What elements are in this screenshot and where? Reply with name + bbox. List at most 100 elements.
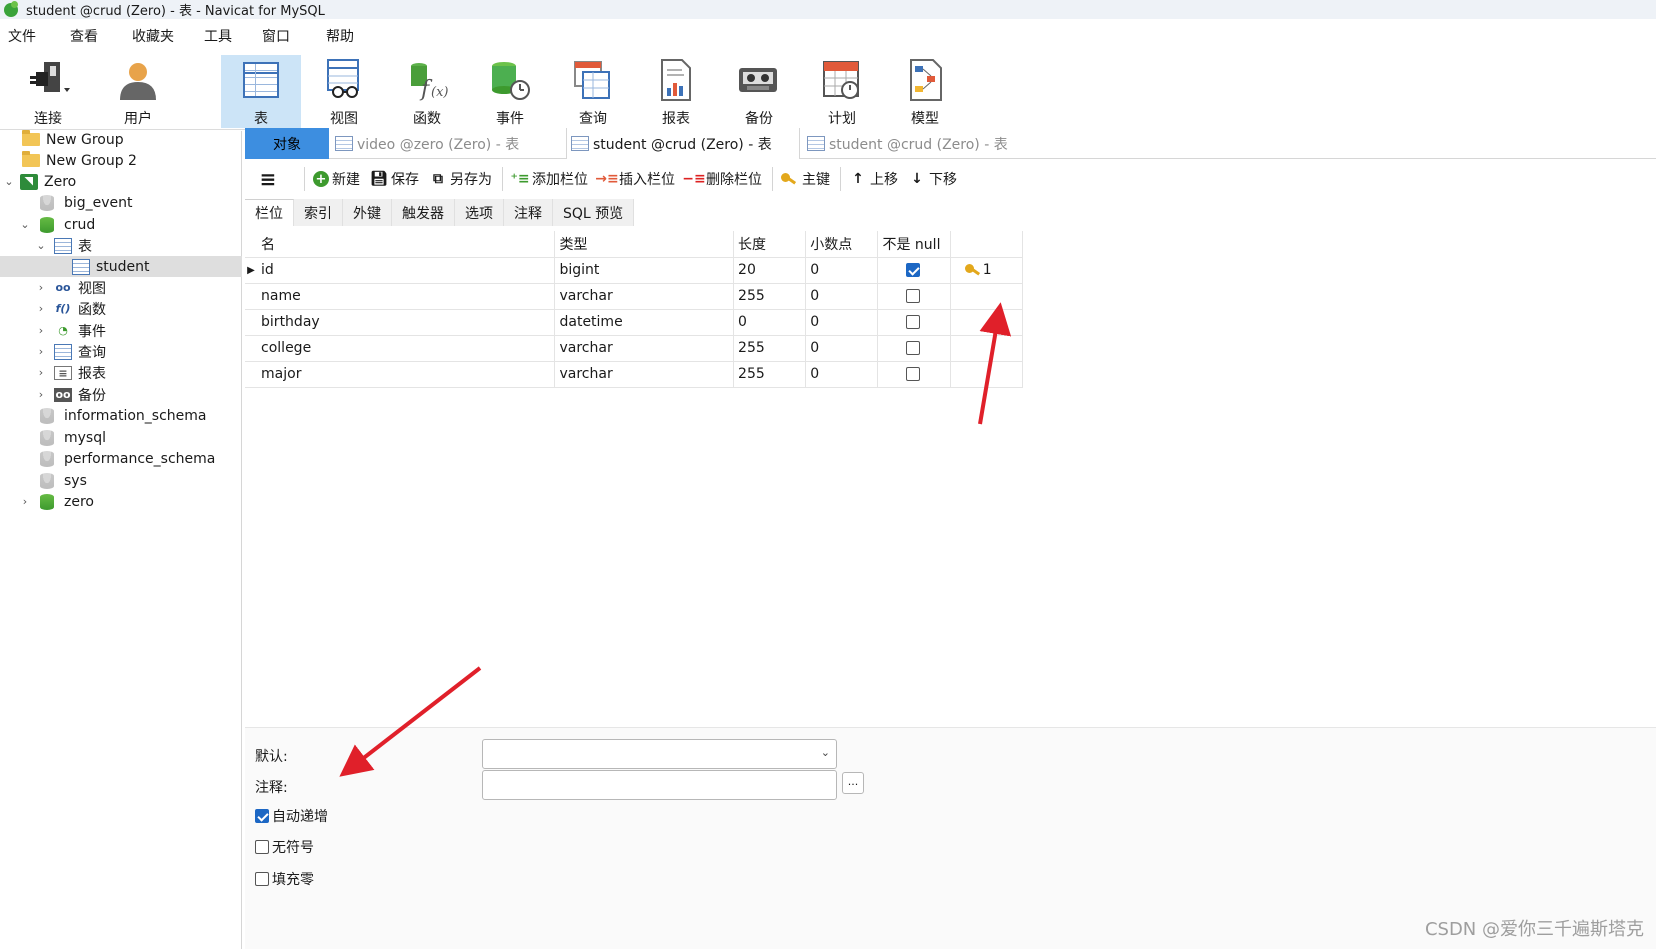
- field-name-cell[interactable]: major: [257, 361, 556, 388]
- not-null-checkbox[interactable]: [906, 367, 921, 381]
- field-name-cell[interactable]: birthday: [257, 309, 556, 336]
- tab-fields[interactable]: 栏位: [245, 199, 294, 226]
- menu-favorites[interactable]: 收藏夹: [124, 26, 182, 46]
- field-decimals-cell[interactable]: 0: [805, 335, 879, 362]
- key-cell[interactable]: [950, 361, 1024, 388]
- tab-video-table[interactable]: video @zero (Zero) - 表: [333, 128, 519, 159]
- default-select[interactable]: ⌄: [482, 739, 837, 769]
- tree-item-db-mysql[interactable]: mysql: [0, 427, 242, 448]
- new-button[interactable]: + 新建: [313, 169, 360, 189]
- event-button[interactable]: 事件: [470, 55, 550, 128]
- tree-item-table-student[interactable]: student: [0, 256, 242, 277]
- field-decimals-cell[interactable]: 0: [805, 361, 879, 388]
- column-header-name[interactable]: 名: [257, 231, 556, 258]
- tree-item-queries[interactable]: › 查询: [0, 341, 242, 362]
- tree-item-db-information-schema[interactable]: information_schema: [0, 405, 242, 426]
- menu-file[interactable]: 文件: [0, 26, 44, 46]
- menu-tools[interactable]: 工具: [196, 26, 240, 46]
- table-row[interactable]: college varchar 255 0: [245, 335, 1024, 362]
- connect-button[interactable]: 连接: [8, 55, 88, 128]
- report-button[interactable]: 报表: [636, 55, 716, 128]
- table-row[interactable]: ▶ id bigint 20 0 1: [245, 257, 1024, 284]
- tree-item-db-crud[interactable]: ⌄ crud: [0, 214, 242, 235]
- key-cell[interactable]: [950, 283, 1024, 310]
- tree-item-backups[interactable]: › oo 备份: [0, 384, 242, 405]
- auto-increment-option[interactable]: 自动递增: [255, 806, 328, 826]
- column-header-not-null[interactable]: 不是 null: [877, 231, 951, 258]
- auto-increment-checkbox[interactable]: [255, 809, 269, 823]
- tab-student-table-data[interactable]: student @crud (Zero) - 表: [805, 128, 1008, 159]
- tree-item-connection-zero[interactable]: ⌄ Zero: [0, 171, 242, 192]
- not-null-cell[interactable]: [877, 283, 951, 310]
- tree-item-db-sys[interactable]: sys: [0, 470, 242, 491]
- model-button[interactable]: 模型: [885, 55, 965, 128]
- field-decimals-cell[interactable]: 0: [805, 309, 879, 336]
- column-header-length[interactable]: 长度: [733, 231, 807, 258]
- field-length-cell[interactable]: 255: [733, 335, 807, 362]
- comment-input[interactable]: [482, 770, 837, 800]
- field-length-cell[interactable]: 0: [733, 309, 807, 336]
- field-decimals-cell[interactable]: 0: [805, 283, 879, 310]
- tab-options[interactable]: 选项: [455, 199, 504, 226]
- table-row[interactable]: name varchar 255 0: [245, 283, 1024, 310]
- delete-field-button[interactable]: −≡ 删除栏位: [682, 169, 762, 189]
- tree-item-views[interactable]: › oo 视图: [0, 277, 242, 298]
- tab-sql-preview[interactable]: SQL 预览: [553, 199, 635, 226]
- column-header-type[interactable]: 类型: [554, 231, 735, 258]
- chevron-down-icon[interactable]: ⌄: [2, 175, 16, 188]
- tree-item-new-group[interactable]: New Group: [0, 129, 242, 150]
- hamburger-menu-button[interactable]: ≡: [259, 167, 280, 191]
- field-type-cell[interactable]: varchar: [554, 335, 735, 362]
- add-field-button[interactable]: ⁺≡ 添加栏位: [510, 169, 588, 189]
- chevron-down-icon[interactable]: ⌄: [34, 239, 48, 252]
- chevron-right-icon[interactable]: ›: [34, 324, 48, 337]
- chevron-right-icon[interactable]: ›: [34, 388, 48, 401]
- tree-item-functions[interactable]: › f() 函数: [0, 298, 242, 319]
- tree-item-db-zero[interactable]: › zero: [0, 491, 242, 512]
- field-length-cell[interactable]: 255: [733, 361, 807, 388]
- zerofill-option[interactable]: 填充零: [255, 869, 314, 889]
- save-as-button[interactable]: ⧉ 另存为: [429, 169, 492, 189]
- view-button[interactable]: 视图: [304, 55, 384, 128]
- not-null-checkbox[interactable]: [906, 315, 921, 329]
- tab-foreign-keys[interactable]: 外键: [343, 199, 392, 226]
- tab-indexes[interactable]: 索引: [294, 199, 343, 226]
- not-null-checkbox[interactable]: [906, 289, 921, 303]
- chevron-right-icon[interactable]: ›: [34, 281, 48, 294]
- chevron-down-icon[interactable]: ⌄: [18, 218, 32, 231]
- field-length-cell[interactable]: 255: [733, 283, 807, 310]
- field-type-cell[interactable]: varchar: [554, 361, 735, 388]
- insert-field-button[interactable]: →≡ 插入栏位: [595, 169, 675, 189]
- move-down-button[interactable]: ↓ 下移: [908, 169, 957, 189]
- primary-key-button[interactable]: 主键: [781, 169, 830, 189]
- field-name-cell[interactable]: name: [257, 283, 556, 310]
- tree-item-events[interactable]: › ◔ 事件: [0, 320, 242, 341]
- tree-item-db-performance-schema[interactable]: performance_schema: [0, 448, 242, 469]
- not-null-checkbox[interactable]: [906, 263, 921, 277]
- tab-objects[interactable]: 对象: [245, 128, 329, 159]
- tab-student-table-design[interactable]: student @crud (Zero) - 表: [566, 128, 800, 159]
- unsigned-checkbox[interactable]: [255, 840, 269, 854]
- schedule-button[interactable]: 计划: [802, 55, 882, 128]
- tab-triggers[interactable]: 触发器: [392, 199, 455, 226]
- key-cell[interactable]: [950, 335, 1024, 362]
- not-null-checkbox[interactable]: [906, 341, 921, 355]
- zerofill-checkbox[interactable]: [255, 872, 269, 886]
- field-name-cell[interactable]: id: [257, 257, 556, 284]
- menu-help[interactable]: 帮助: [318, 26, 362, 46]
- table-row[interactable]: birthday datetime 0 0: [245, 309, 1024, 336]
- backup-button[interactable]: 备份: [719, 55, 799, 128]
- field-name-cell[interactable]: college: [257, 335, 556, 362]
- not-null-cell[interactable]: [877, 309, 951, 336]
- chevron-right-icon[interactable]: ›: [18, 495, 32, 508]
- tree-item-new-group-2[interactable]: New Group 2: [0, 150, 242, 171]
- menu-view[interactable]: 查看: [62, 26, 106, 46]
- move-up-button[interactable]: ↑ 上移: [849, 169, 898, 189]
- query-button[interactable]: 查询: [553, 55, 633, 128]
- user-button[interactable]: 用户: [98, 55, 178, 128]
- field-decimals-cell[interactable]: 0: [805, 257, 879, 284]
- tree-item-reports[interactable]: › ≡ 报表: [0, 362, 242, 383]
- tree-item-db-big-event[interactable]: big_event: [0, 192, 242, 213]
- function-button[interactable]: f (x) 函数: [387, 55, 467, 128]
- chevron-right-icon[interactable]: ›: [34, 345, 48, 358]
